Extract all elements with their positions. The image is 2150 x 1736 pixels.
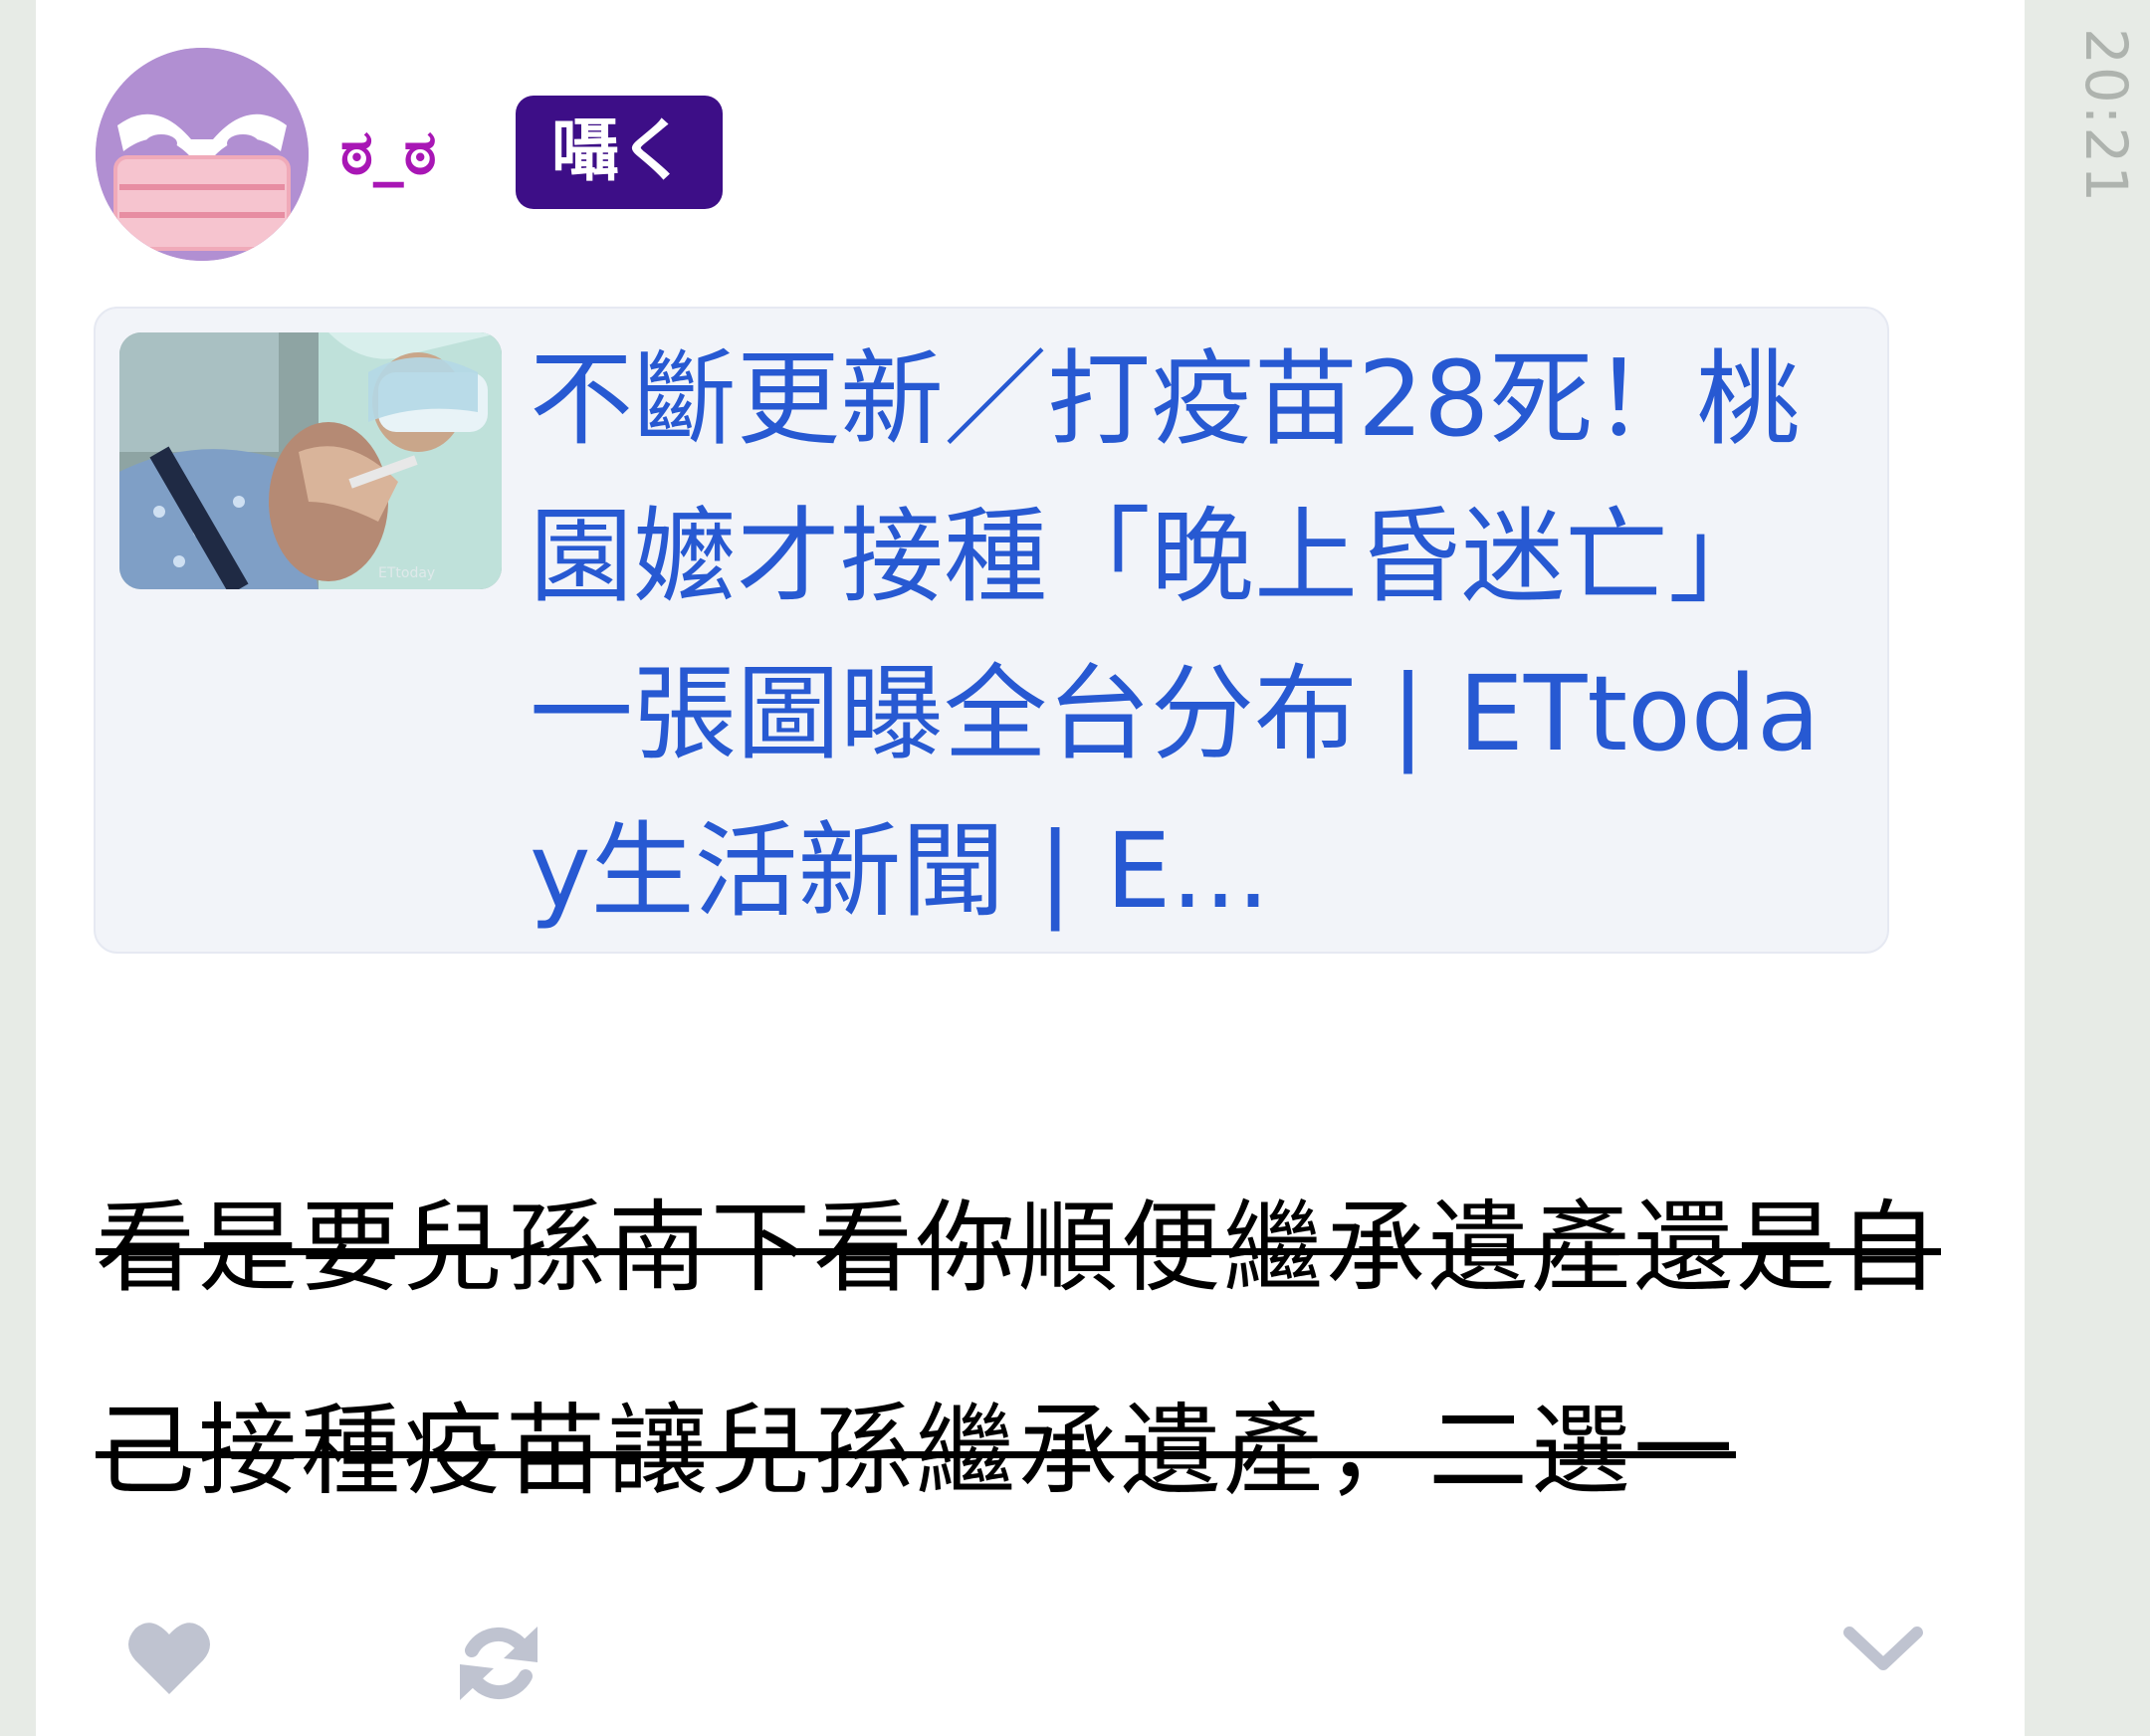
post-body-text: 看是要兒孫南下看你順便繼承遺產還是自己接種疫苗讓兒孫繼承遺產，二選一 — [96, 1190, 1941, 1509]
author-display-name[interactable]: ಠ_ಠ — [340, 108, 437, 197]
timestamp-strip — [2060, 0, 2132, 1736]
author-flair-badge: 囁く — [516, 96, 724, 209]
svg-text:ETtoday: ETtoday — [378, 565, 435, 581]
repost-icon[interactable] — [454, 1619, 543, 1708]
post-timestamp: 20:21 — [2072, 28, 2140, 205]
link-preview-title[interactable]: 不斷更新／打疫苗28死！桃園嬤才接種「晚上昏迷亡」一張圖曝全台分布 | ETto… — [530, 321, 1873, 950]
masked-owl-avatar-icon — [96, 48, 309, 261]
heart-icon[interactable] — [125, 1615, 213, 1702]
link-preview-card[interactable]: ETtoday 不斷更新／打疫苗28死！桃園嬤才接種「晚上昏迷亡」一張圖曝全台分… — [94, 307, 1889, 954]
chevron-down-icon[interactable] — [1843, 1621, 1923, 1680]
vaccination-photo-icon: ETtoday — [119, 332, 502, 589]
avatar[interactable] — [96, 48, 309, 261]
